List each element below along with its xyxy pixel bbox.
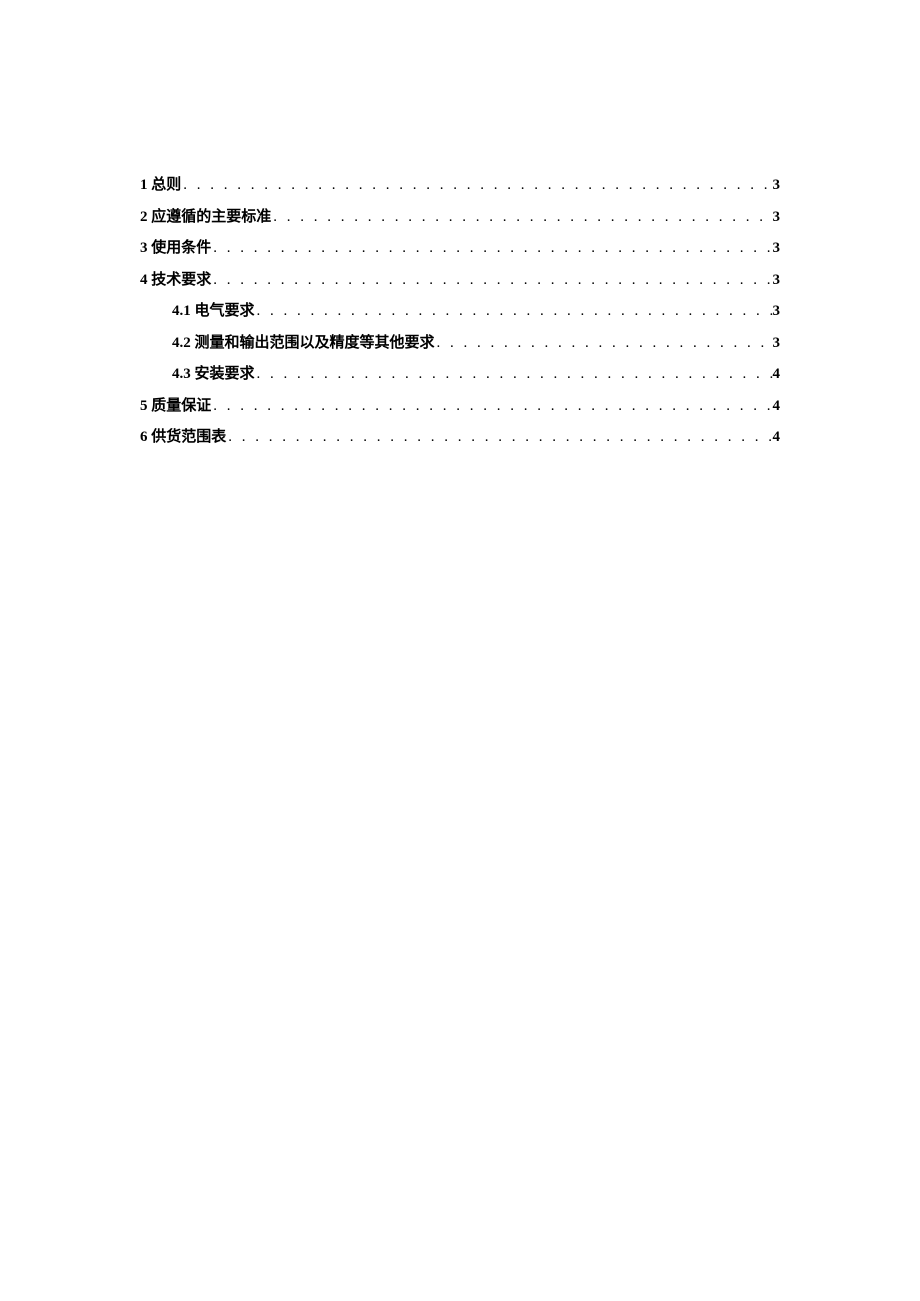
toc-section-title: 供货范围表 bbox=[148, 429, 227, 445]
toc-section-title: 应遵循的主要标准 bbox=[148, 209, 272, 225]
toc-section-number: 4.1 bbox=[172, 303, 191, 319]
toc-page-number: 3 bbox=[773, 233, 781, 265]
toc-label: 4.2 测量和输出范围以及精度等其他要求 bbox=[172, 328, 435, 360]
toc-label: 3 使用条件 bbox=[140, 233, 211, 265]
toc-label: 4 技术要求 bbox=[140, 265, 211, 297]
toc-label: 1 总则 bbox=[140, 170, 181, 202]
toc-leader-dots bbox=[211, 233, 772, 265]
toc-section-number: 4.2 bbox=[172, 335, 191, 351]
toc-page-number: 4 bbox=[773, 422, 781, 454]
toc-section-title: 使用条件 bbox=[148, 240, 212, 256]
toc-section-number: 4.3 bbox=[172, 366, 191, 382]
toc-entry: 5 质量保证 4 bbox=[140, 391, 780, 423]
table-of-contents: 1 总则 3 2 应遵循的主要标准 3 3 使用条件 3 4 技术要求 3 bbox=[140, 170, 780, 454]
toc-page-number: 3 bbox=[773, 296, 781, 328]
toc-section-number: 3 bbox=[140, 240, 148, 256]
toc-page-number: 4 bbox=[773, 391, 781, 423]
toc-page-number: 3 bbox=[773, 265, 781, 297]
toc-entry: 3 使用条件 3 bbox=[140, 233, 780, 265]
toc-leader-dots bbox=[211, 391, 772, 423]
toc-section-number: 1 bbox=[140, 177, 148, 193]
toc-entry-sub: 4.1 电气要求 3 bbox=[140, 296, 780, 328]
toc-section-number: 2 bbox=[140, 209, 148, 225]
toc-leader-dots bbox=[211, 265, 772, 297]
toc-page-number: 3 bbox=[773, 170, 781, 202]
toc-entry-sub: 4.2 测量和输出范围以及精度等其他要求 3 bbox=[140, 328, 780, 360]
toc-section-title: 电气要求 bbox=[191, 303, 255, 319]
toc-section-number: 6 bbox=[140, 429, 148, 445]
toc-page-number: 3 bbox=[773, 202, 781, 234]
toc-leader-dots bbox=[181, 170, 772, 202]
toc-entry: 2 应遵循的主要标准 3 bbox=[140, 202, 780, 234]
toc-section-number: 5 bbox=[140, 398, 148, 414]
toc-entry: 4 技术要求 3 bbox=[140, 265, 780, 297]
toc-section-title: 质量保证 bbox=[148, 398, 212, 414]
toc-label: 4.3 安装要求 bbox=[172, 359, 255, 391]
toc-section-number: 4 bbox=[140, 272, 148, 288]
toc-entry: 1 总则 3 bbox=[140, 170, 780, 202]
toc-page-number: 4 bbox=[773, 359, 781, 391]
toc-entry-sub: 4.3 安装要求 4 bbox=[140, 359, 780, 391]
toc-label: 4.1 电气要求 bbox=[172, 296, 255, 328]
toc-leader-dots bbox=[435, 328, 773, 360]
toc-leader-dots bbox=[271, 202, 772, 234]
toc-label: 6 供货范围表 bbox=[140, 422, 226, 454]
toc-leader-dots bbox=[255, 359, 773, 391]
toc-label: 5 质量保证 bbox=[140, 391, 211, 423]
toc-leader-dots bbox=[255, 296, 773, 328]
toc-entry: 6 供货范围表 4 bbox=[140, 422, 780, 454]
page-content: 1 总则 3 2 应遵循的主要标准 3 3 使用条件 3 4 技术要求 3 bbox=[0, 0, 920, 454]
toc-leader-dots bbox=[226, 422, 772, 454]
toc-section-title: 安装要求 bbox=[191, 366, 255, 382]
toc-section-title: 测量和输出范围以及精度等其他要求 bbox=[191, 335, 435, 351]
toc-section-title: 技术要求 bbox=[148, 272, 212, 288]
toc-label: 2 应遵循的主要标准 bbox=[140, 202, 271, 234]
toc-section-title: 总则 bbox=[148, 177, 182, 193]
toc-page-number: 3 bbox=[773, 328, 781, 360]
